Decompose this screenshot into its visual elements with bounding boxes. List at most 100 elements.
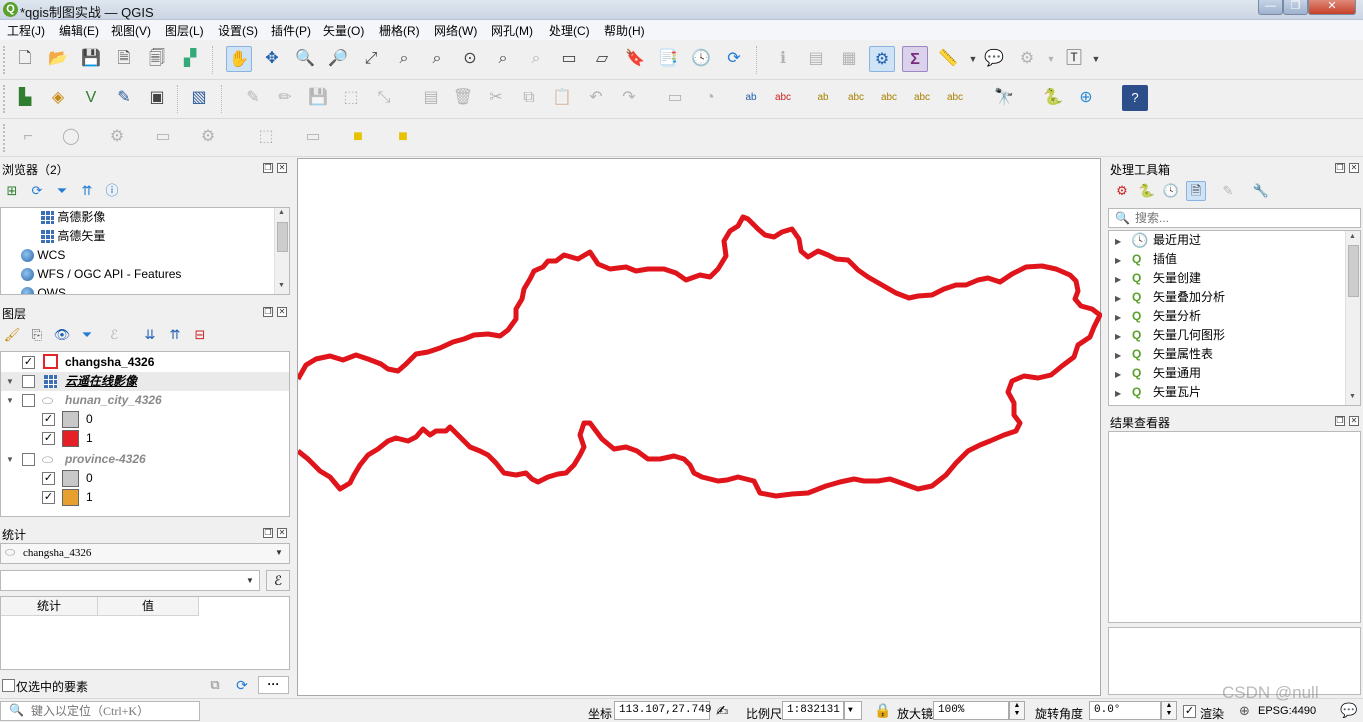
temporal-controller-icon[interactable]: 🕓	[688, 46, 714, 72]
delete-selected-icon[interactable]: 🗑	[450, 85, 476, 111]
history-icon[interactable]: 🕓	[1161, 181, 1181, 201]
locator-bar[interactable]: 🔍	[0, 701, 200, 721]
statistics-sigma-icon[interactable]: Σ	[902, 46, 928, 72]
processing-search-input[interactable]	[1133, 210, 1353, 226]
change-label-icon[interactable]: abc	[942, 85, 968, 111]
field-calculator-icon[interactable]: ▦	[836, 46, 862, 72]
data-source-manager-icon[interactable]: ▙	[12, 85, 38, 111]
add-feature-icon[interactable]: ⬚	[338, 85, 364, 111]
processing-group[interactable]: ▶ Q 矢量瓦片	[1109, 383, 1345, 402]
processing-group[interactable]: ▶ Q 矢量叠加分析	[1109, 288, 1345, 307]
scroll-thumb[interactable]	[1348, 245, 1359, 297]
layer-checkbox[interactable]	[22, 375, 35, 388]
copy-icon[interactable]: ⧉	[205, 675, 225, 695]
diagram-tool-icon[interactable]: ◔	[697, 85, 723, 111]
current-edits-icon[interactable]: ✎	[240, 85, 266, 111]
visibility-eye-icon[interactable]: 👁	[52, 325, 72, 345]
rotate-label-icon[interactable]: abc	[909, 85, 935, 111]
layout-manager-icon[interactable]: 🗐	[144, 46, 170, 72]
menu-settings[interactable]: 设置(S)	[217, 22, 259, 39]
layer-checkbox[interactable]	[22, 394, 35, 407]
legend-row[interactable]: ✓ 0	[1, 469, 289, 488]
filter-expression-icon[interactable]: ℰ	[104, 325, 124, 345]
new-project-icon[interactable]: 🗋	[12, 46, 38, 72]
filter-legend-icon[interactable]: ⏷	[77, 325, 97, 345]
redo-icon[interactable]: ↷	[616, 85, 642, 111]
expand-arrow-icon[interactable]: ▶	[1115, 346, 1121, 365]
layer-combobox[interactable]: ⬭ changsha_4326 ▼	[0, 543, 290, 564]
show-bookmarks-icon[interactable]: 📑	[655, 46, 681, 72]
new-3d-view-icon[interactable]: ▱	[589, 46, 615, 72]
magnifier-field[interactable]: 100%	[933, 701, 1009, 720]
locator-input[interactable]	[29, 703, 197, 719]
legend-checkbox[interactable]: ✓	[42, 413, 55, 426]
browser-item[interactable]: 高德影像	[41, 208, 105, 227]
pan-to-selection-icon[interactable]: ✥	[259, 46, 285, 72]
toolbar-grip[interactable]	[3, 124, 6, 152]
decorations-icon[interactable]: ⚙	[1014, 46, 1040, 72]
expand-arrow-icon[interactable]: ▶	[1115, 270, 1121, 289]
scroll-thumb[interactable]	[277, 222, 288, 252]
refresh-icon[interactable]: ⟳	[721, 46, 747, 72]
maximize-button[interactable]: ❐	[1283, 0, 1308, 15]
scripts-python-icon[interactable]: 🐍	[1137, 181, 1157, 201]
coordinate-field[interactable]: 113.107,27.749	[614, 701, 711, 720]
toolbar-grip[interactable]	[3, 46, 6, 74]
options-wrench-icon[interactable]: 🔧	[1251, 181, 1271, 201]
crs-label[interactable]: EPSG:4490	[1258, 705, 1316, 717]
expand-arrow-icon[interactable]: ▶	[1115, 384, 1121, 403]
menu-edit[interactable]: 编辑(E)	[58, 22, 100, 39]
float-panel-icon[interactable]: ❐	[1335, 416, 1345, 426]
selected-only-checkbox[interactable]	[2, 679, 15, 692]
expand-arrow-icon[interactable]: ▶	[1115, 251, 1121, 270]
menu-web[interactable]: 网络(W)	[433, 22, 478, 39]
metasearch-icon[interactable]: ⊕	[1073, 85, 1099, 111]
attribute-table-icon[interactable]: ▤	[803, 46, 829, 72]
add-group-icon[interactable]: ⎘	[27, 325, 47, 345]
layer-labeling-icon[interactable]: ab	[738, 85, 764, 111]
scale-dropdown-icon[interactable]: ▼	[844, 701, 862, 720]
map-canvas[interactable]	[297, 158, 1102, 696]
legend-checkbox[interactable]: ✓	[42, 432, 55, 445]
new-bookmark-icon[interactable]: 🔖	[622, 46, 648, 72]
legend-row[interactable]: ✓ 1	[1, 429, 289, 448]
lock-scale-icon[interactable]: 🔒	[874, 702, 891, 719]
rotation-field[interactable]: 0.0°	[1089, 701, 1161, 720]
expand-arrow-icon[interactable]: ▶	[1115, 327, 1121, 346]
minimize-button[interactable]: —	[1258, 0, 1283, 15]
vertex-tool-icon[interactable]: ⤡	[371, 85, 397, 111]
results-viewer-icon[interactable]: 🗎	[1186, 181, 1206, 201]
models-icon[interactable]: ⚙	[1112, 181, 1132, 201]
scroll-down-icon[interactable]: ▼	[1349, 393, 1356, 400]
layer-row-hunan-city[interactable]: ▼ ⬭ hunan_city_4326	[1, 391, 289, 410]
collapse-all-icon[interactable]: ⇈	[165, 325, 185, 345]
magnifier-spin-icon[interactable]: ▲ ▼	[1009, 701, 1025, 720]
pin-labels-icon[interactable]: ab	[810, 85, 836, 111]
browser-item[interactable]: 高德矢量	[41, 227, 105, 246]
zoom-out-icon[interactable]: 🔎	[325, 46, 351, 72]
expand-arrow-icon[interactable]: ▶	[1115, 232, 1121, 251]
legend-checkbox[interactable]: ✓	[42, 472, 55, 485]
cut-features-icon[interactable]: ✂	[483, 85, 509, 111]
layer-row-province[interactable]: ▼ ⬭ province-4326	[1, 450, 289, 469]
processing-group[interactable]: ▶ 🕓 最近用过	[1109, 231, 1345, 250]
save-project-icon[interactable]: 💾	[78, 46, 104, 72]
expand-arrow-icon[interactable]: ▶	[1115, 308, 1121, 327]
messages-icon[interactable]: 💬	[1340, 702, 1357, 719]
expression-button[interactable]: ℰ	[266, 570, 290, 591]
changsha-boundary[interactable]	[298, 214, 1102, 499]
layer-checkbox[interactable]	[22, 453, 35, 466]
new-map-view-icon[interactable]: ▭	[556, 46, 582, 72]
field-combobox[interactable]: ▼	[0, 570, 260, 591]
deselect-all-icon[interactable]: ■	[345, 124, 371, 150]
menu-raster[interactable]: 栅格(R)	[378, 22, 421, 39]
layer-row-yunyao[interactable]: ▼ 云遥在线影像	[1, 372, 289, 391]
float-panel-icon[interactable]: ❐	[263, 307, 273, 317]
layer-labeling-rules-icon[interactable]: abc	[770, 85, 796, 111]
undo-icon[interactable]: ↶	[583, 85, 609, 111]
legend-checkbox[interactable]: ✓	[42, 491, 55, 504]
digitize-icon[interactable]: ✎	[111, 85, 137, 111]
move-label-icon[interactable]: abc	[876, 85, 902, 111]
virtual-layer-icon[interactable]: ▧	[186, 85, 212, 111]
render-checkbox[interactable]: ✓	[1183, 705, 1196, 718]
